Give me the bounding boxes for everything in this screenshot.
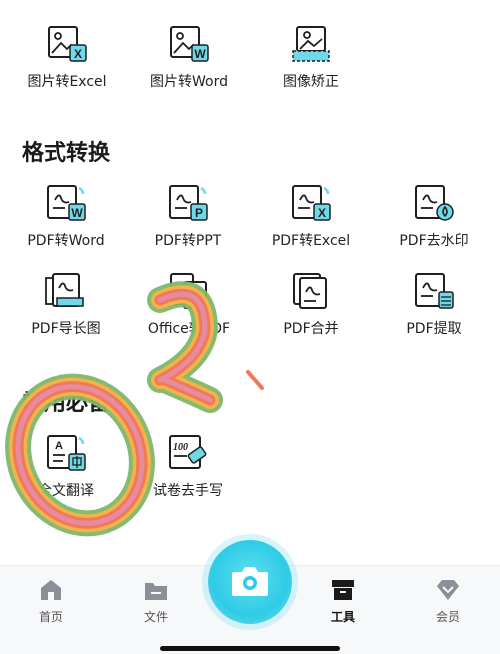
nav-label: 文件 [143, 610, 168, 624]
pdf-remove-watermark-icon [411, 184, 457, 224]
svg-text:X: X [318, 206, 326, 220]
image-to-excel-icon: X [44, 25, 90, 65]
svg-text:W: W [194, 47, 206, 61]
tool-pdf-extract[interactable]: PDF提取 [379, 272, 489, 338]
nav-label: 首页 [38, 610, 63, 624]
svg-text:100: 100 [173, 442, 188, 453]
home-indicator [160, 646, 340, 651]
nav-label: 会员 [435, 610, 460, 624]
tool-label: 图像矫正 [283, 74, 339, 90]
tool-label: PDF提取 [406, 321, 462, 337]
tool-label: 全文翻译 [38, 483, 94, 499]
tool-image-to-word[interactable]: W 图片转Word [134, 25, 244, 91]
image-correction-icon [288, 25, 334, 65]
nav-item-home[interactable]: 首页 [21, 578, 81, 625]
tool-label: PDF转Excel [271, 233, 351, 249]
pdf-to-excel-icon: X [288, 184, 334, 224]
tool-pdf-merge[interactable]: PDF合并 [256, 272, 366, 338]
tool-label: 图片转Word [150, 74, 228, 90]
camera-button[interactable] [208, 540, 292, 624]
camera-icon [230, 564, 270, 603]
svg-text:P: P [195, 206, 203, 220]
tool-image-to-excel[interactable]: X 图片转Excel [12, 25, 122, 91]
nav-item-files[interactable]: 文件 [126, 578, 186, 625]
tool-image-correction[interactable]: 图像矫正 [256, 25, 366, 91]
section-title-format: 格式转换 [22, 141, 111, 166]
vip-diamond-icon [435, 578, 461, 602]
tool-pdf-to-long-image[interactable]: PDF导长图 [11, 272, 121, 338]
remove-handwriting-icon: 100 [165, 434, 211, 474]
nav-item-tools[interactable]: 工具 [313, 578, 373, 625]
tool-pdf-remove-watermark[interactable]: PDF去水印 [379, 184, 489, 250]
tool-label: 试卷去手写 [153, 483, 223, 499]
tool-label: PDF去水印 [399, 233, 469, 249]
tool-full-text-translate[interactable]: A 全文翻译 [11, 434, 121, 500]
pdf-to-ppt-icon: P [165, 184, 211, 224]
tool-pdf-to-excel[interactable]: X PDF转Excel [256, 184, 366, 250]
svg-text:A: A [55, 440, 63, 452]
tool-label: PDF导长图 [31, 321, 101, 337]
pdf-to-word-icon: W [43, 184, 89, 224]
pdf-to-long-image-icon [43, 272, 89, 312]
tool-label: 图片转Excel [27, 74, 107, 90]
folder-icon [143, 578, 169, 602]
tool-pdf-to-word[interactable]: W PDF转Word [11, 184, 121, 250]
svg-text:W: W [71, 206, 83, 220]
tool-remove-handwriting[interactable]: 100 试卷去手写 [133, 434, 243, 500]
tool-label: PDF转Word [27, 233, 105, 249]
pdf-merge-icon [288, 272, 334, 312]
nav-item-vip[interactable]: 会员 [418, 578, 478, 625]
nav-label: 工具 [330, 610, 355, 624]
section-title-common: 常用必备 [22, 391, 111, 416]
tool-office-to-pdf[interactable]: Office转PDF [134, 272, 244, 338]
image-to-word-icon: W [166, 25, 212, 65]
tool-pdf-to-ppt[interactable]: P PDF转PPT [133, 184, 243, 250]
svg-text:X: X [74, 47, 82, 61]
pdf-extract-icon [411, 272, 457, 312]
tool-label: Office转PDF [147, 321, 231, 337]
full-text-translate-icon: A [43, 434, 89, 474]
home-icon [38, 578, 64, 602]
toolbox-icon [330, 578, 356, 602]
tool-label: PDF合并 [283, 321, 339, 337]
tool-label: PDF转PPT [154, 233, 222, 249]
office-to-pdf-icon [166, 272, 212, 312]
